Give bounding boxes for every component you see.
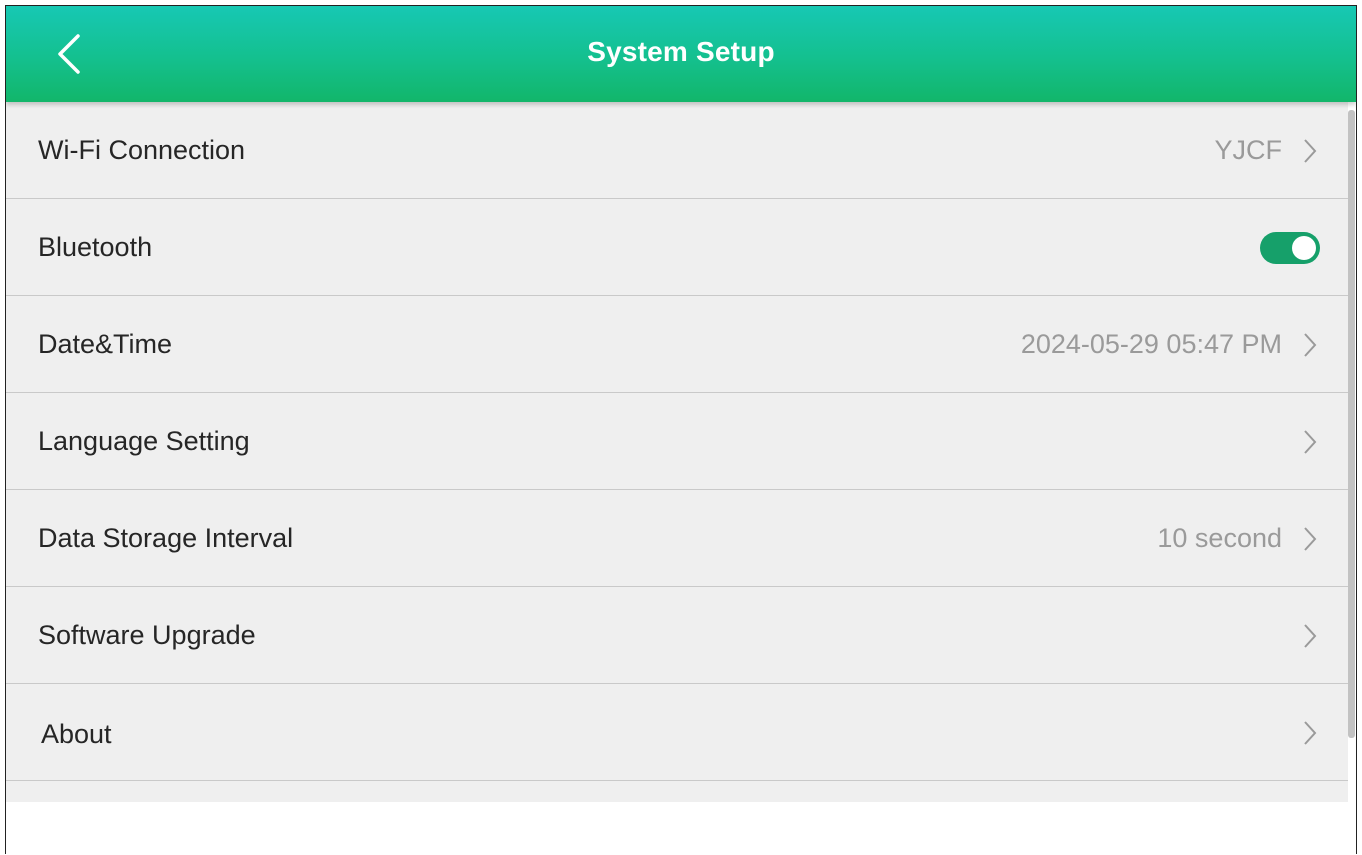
setting-row-bluetooth: Bluetooth [6,199,1348,296]
setting-value: 2024-05-29 05:47 PM [1020,329,1282,359]
chevron-right-icon [1304,624,1317,648]
setting-label: Language Setting [38,426,250,456]
page-title: System Setup [587,36,775,67]
setting-label: Wi-Fi Connection [38,135,246,165]
toggle-knob [1292,236,1316,260]
setting-label: About [41,719,112,749]
bluetooth-toggle[interactable] [1260,232,1320,264]
chevron-right-icon [1304,721,1317,745]
setting-label: Date&Time [38,329,173,359]
settings-list: Wi-Fi Connection YJCF Bluetooth Date&Tim… [6,102,1348,802]
chevron-right-icon [1304,527,1317,551]
setting-row-data-storage-interval[interactable]: Data Storage Interval 10 second [6,490,1348,587]
setting-row-language[interactable]: Language Setting [6,393,1348,490]
setting-label: Software Upgrade [38,620,256,650]
setting-label: Data Storage Interval [38,523,294,553]
setting-label: Bluetooth [38,232,153,262]
system-setup-screen: System Setup Wi-Fi Connection YJCF Bluet… [5,5,1357,854]
setting-value: YJCF [1214,135,1283,165]
setting-value: 10 second [1157,523,1282,553]
setting-row-about[interactable]: About [6,684,1348,781]
setting-row-wifi[interactable]: Wi-Fi Connection YJCF [6,102,1348,199]
chevron-right-icon [1304,139,1317,163]
scrollbar[interactable] [1348,110,1355,738]
app-header: System Setup [6,6,1356,102]
setting-row-software-upgrade[interactable]: Software Upgrade [6,587,1348,684]
setting-row-date-time[interactable]: Date&Time 2024-05-29 05:47 PM [6,296,1348,393]
chevron-right-icon [1304,430,1317,454]
chevron-right-icon [1304,333,1317,357]
